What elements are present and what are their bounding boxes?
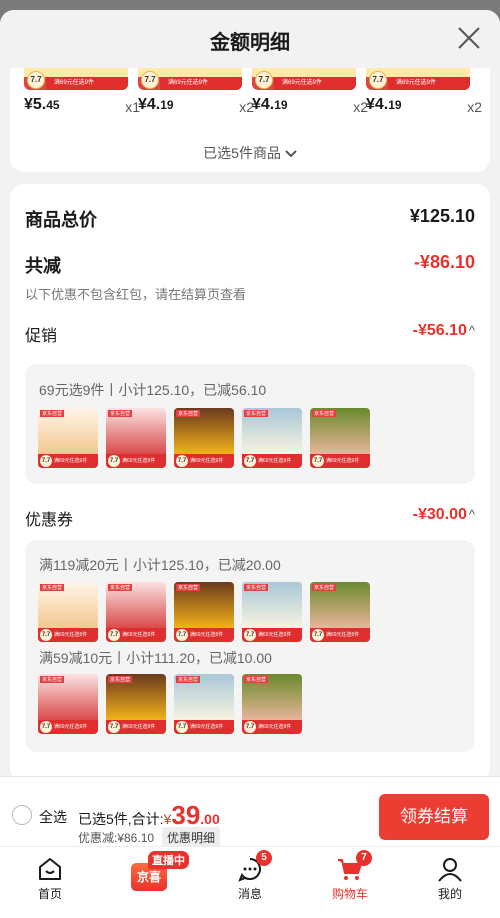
product-item[interactable]: 满69元任选9件 7.7 ¥5.45 x1 [24, 68, 140, 128]
product-list-card: 满69元任选9件 7.7 ¥5.45 x1 满69元任选9件 7.7 ¥4.19 x… [10, 68, 490, 172]
product-item[interactable]: 满69元任选9件 7.7 ¥4.19 x2 [252, 68, 368, 128]
amount-detail-sheet: 金额明细 满69元任选9件 7.7 ¥5.45 x1 满69元任选9件 7.7 ¥4… [0, 10, 500, 918]
divider [0, 776, 500, 777]
product-thumb[interactable]: 京东自营 7.7 满69元任选9件 [38, 674, 98, 734]
product-thumb[interactable]: 京东自营 7.7 满69元任选9件 [38, 408, 98, 468]
product-price: ¥4.19 [138, 96, 174, 113]
product-thumbnail: 满69元任选9件 7.7 [24, 68, 128, 90]
promo-box: 69元选9件丨小计125.10，已减56.10 京东自营 7.7 满69元任选9件… [25, 364, 475, 484]
select-all-checkbox[interactable] [12, 805, 32, 825]
coupon-label: 优惠券 [25, 512, 74, 529]
discount-summary: 优惠减:¥86.10 优惠明细 [78, 827, 221, 848]
close-icon[interactable] [456, 25, 482, 51]
chevron-up-icon: ^ [468, 507, 475, 522]
promo-row[interactable]: 促销 -¥56.10 ^ [25, 322, 475, 345]
coupon-box-title: 满119减20元丨小计125.10，已减20.00 [39, 557, 281, 573]
product-thumb[interactable]: 京东自营 7.7 满69元任选9件 [174, 674, 234, 734]
reduce-label: 共减 [25, 256, 61, 276]
checkout-button[interactable]: 领券结算 [379, 794, 489, 840]
product-thumb[interactable]: 京东自营 7.7 满69元任选9件 [106, 582, 166, 642]
select-all-label[interactable]: 全选 [39, 807, 67, 827]
product-thumb[interactable]: 京东自营 7.7 满69元任选9件 [310, 408, 370, 468]
product-thumb[interactable]: 京东自营 7.7 满69元任选9件 [106, 408, 166, 468]
coupon-value: -¥30.00 ^ [412, 506, 475, 523]
sheet-header: 金额明细 [0, 10, 500, 68]
reduce-value: -¥86.10 [413, 252, 475, 272]
product-thumb[interactable]: 京东自营 7.7 满69元任选9件 [106, 674, 166, 734]
coupon-row[interactable]: 优惠券 -¥30.00 ^ [25, 506, 475, 529]
discount-note: 以下优惠不包含红包，请在结算页查看 [25, 287, 247, 302]
tab-mine[interactable]: 我的 [400, 847, 500, 907]
product-thumb[interactable]: 京东自营 7.7 满69元任选9件 [242, 674, 302, 734]
coupon-box: 满119减20元丨小计125.10，已减20.00 京东自营 7.7 满69元任选… [25, 540, 475, 752]
product-thumb[interactable]: 京东自营 7.7 满69元任选9件 [174, 408, 234, 468]
product-thumbnail: 满69元任选9件 7.7 [138, 68, 242, 90]
chevron-up-icon: ^ [468, 323, 475, 338]
reduce-row: 共减 -¥86.10 [25, 252, 475, 278]
product-thumbnail: 满69元任选9件 7.7 [252, 68, 356, 90]
product-thumb[interactable]: 京东自营 7.7 满69元任选9件 [174, 582, 234, 642]
checkout-bar: 全选 已选5件,合计:¥39.00 优惠减:¥86.10 优惠明细 领券结算 首页… [0, 776, 500, 918]
product-price: ¥4.19 [252, 96, 288, 113]
product-thumb[interactable]: 京东自营 7.7 满69元任选9件 [242, 408, 302, 468]
bottom-tab-bar: 首页 京喜 直播中 5 消息 7 购物车 我的 [0, 846, 500, 918]
product-thumb[interactable]: 京东自营 7.7 满69元任选9件 [38, 582, 98, 642]
product-item[interactable]: 满69元任选9件 7.7 ¥4.19 x2 [138, 68, 254, 128]
product-item[interactable]: 满69元任选9件 7.7 ¥4.19 x2 [366, 68, 482, 128]
discount-detail-button[interactable]: 优惠明细 [162, 827, 221, 848]
promo-label: 促销 [25, 328, 58, 345]
product-thumb[interactable]: 京东自营 7.7 满69元任选9件 [310, 582, 370, 642]
promo-value: -¥56.10 ^ [412, 322, 475, 339]
coupon-box-title: 满59减10元丨小计111.20，已减10.00 [39, 650, 272, 666]
cart-count-badge: 7 [356, 850, 372, 866]
product-thumbnail: 满69元任选9件 7.7 [366, 68, 470, 90]
tab-cart[interactable]: 7 购物车 [300, 847, 400, 907]
product-price: ¥4.19 [366, 96, 402, 113]
product-thumb[interactable]: 京东自营 7.7 满69元任选9件 [242, 582, 302, 642]
dimmed-backdrop [0, 0, 500, 10]
chevron-down-icon [285, 150, 297, 158]
product-price: ¥5.45 [24, 96, 60, 113]
total-row: 商品总价 ¥125.10 [25, 206, 475, 232]
total-value: ¥125.10 [409, 206, 475, 226]
promo-box-title: 69元选9件丨小计125.10，已减56.10 [39, 382, 267, 398]
messages-count-badge: 5 [256, 850, 272, 866]
selected-items-toggle[interactable]: 已选5件商品 [10, 143, 490, 163]
price-breakdown-card: 商品总价 ¥125.10 共减 -¥86.10 以下优惠不包含红包，请在结算页查… [10, 184, 490, 782]
tab-messages[interactable]: 5 消息 [200, 847, 300, 907]
user-icon [438, 858, 462, 882]
live-badge: 直播中 [148, 851, 189, 869]
total-label: 商品总价 [25, 210, 97, 230]
tab-home[interactable]: 首页 [0, 847, 100, 907]
sheet-title: 金额明细 [210, 32, 290, 54]
product-qty: x2 [467, 99, 482, 115]
home-icon [39, 858, 61, 880]
